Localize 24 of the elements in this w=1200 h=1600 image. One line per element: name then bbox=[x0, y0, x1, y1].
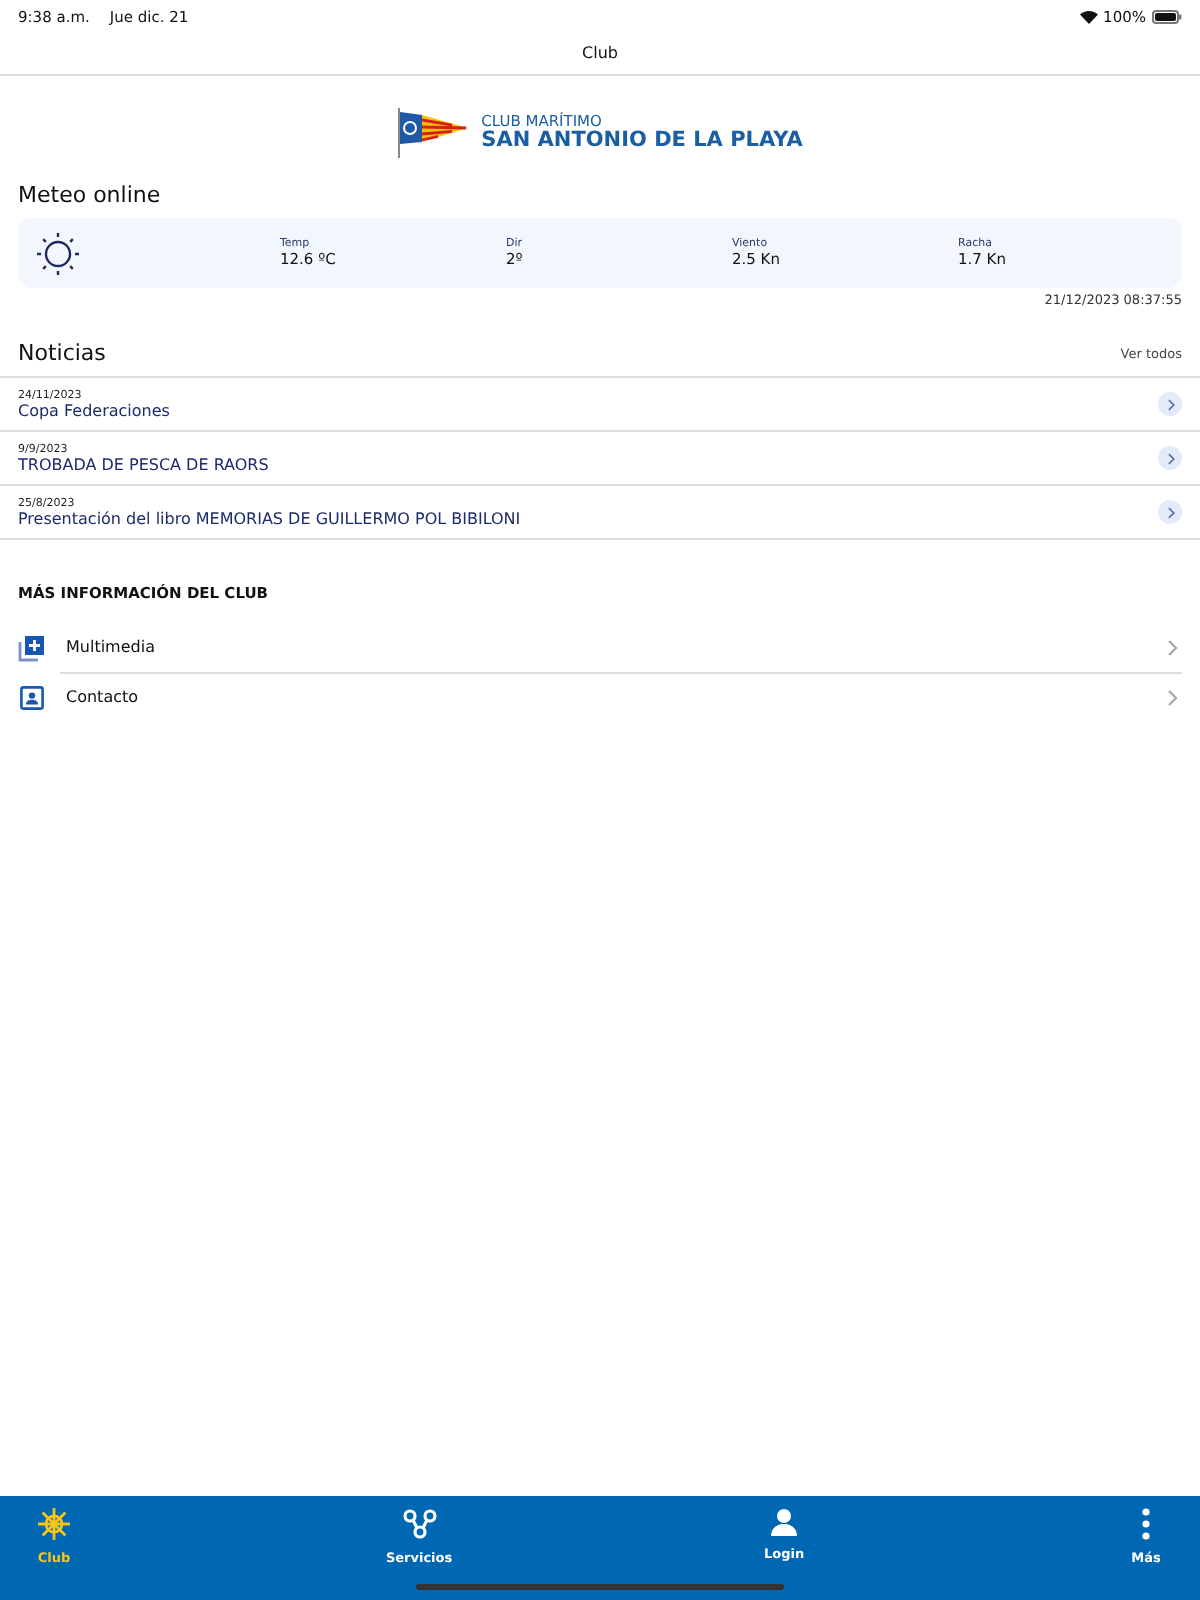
chevron-right-icon bbox=[1162, 687, 1182, 707]
section-heading: Meteo online bbox=[18, 182, 163, 208]
contact-card-icon bbox=[20, 685, 44, 709]
screen-title: Club bbox=[582, 44, 618, 62]
pennant-logo-icon bbox=[397, 108, 470, 158]
ship-wheel-icon bbox=[36, 1506, 72, 1542]
sun-icon bbox=[36, 231, 80, 275]
chevron-right-icon[interactable] bbox=[1158, 446, 1182, 470]
menu-item[interactable]: Multimedia bbox=[66, 638, 1142, 656]
menu-item[interactable]: Contacto bbox=[66, 688, 1142, 706]
battery-icon bbox=[1152, 9, 1182, 23]
person-icon bbox=[768, 1506, 801, 1538]
more-icon bbox=[1140, 1506, 1152, 1542]
section-heading: Noticias bbox=[18, 340, 106, 366]
chevron-right-icon[interactable] bbox=[1158, 500, 1182, 524]
news-title[interactable]: Copa Federaciones bbox=[18, 401, 1158, 419]
news-title[interactable]: Presentación del libro MEMORIAS DE GUILLERMO POL BIBILONI bbox=[18, 509, 1158, 527]
images-icon bbox=[18, 633, 46, 661]
news-title[interactable]: TROBADA DE PESCA DE RAORS bbox=[18, 455, 1158, 473]
nodes-icon bbox=[401, 1506, 438, 1542]
chevron-right-icon[interactable] bbox=[1158, 392, 1182, 416]
chevron-right-icon bbox=[1162, 637, 1182, 657]
logo-title: SAN ANTONIO DE LA PLAYA bbox=[481, 129, 803, 152]
wifi-icon bbox=[1079, 9, 1098, 23]
